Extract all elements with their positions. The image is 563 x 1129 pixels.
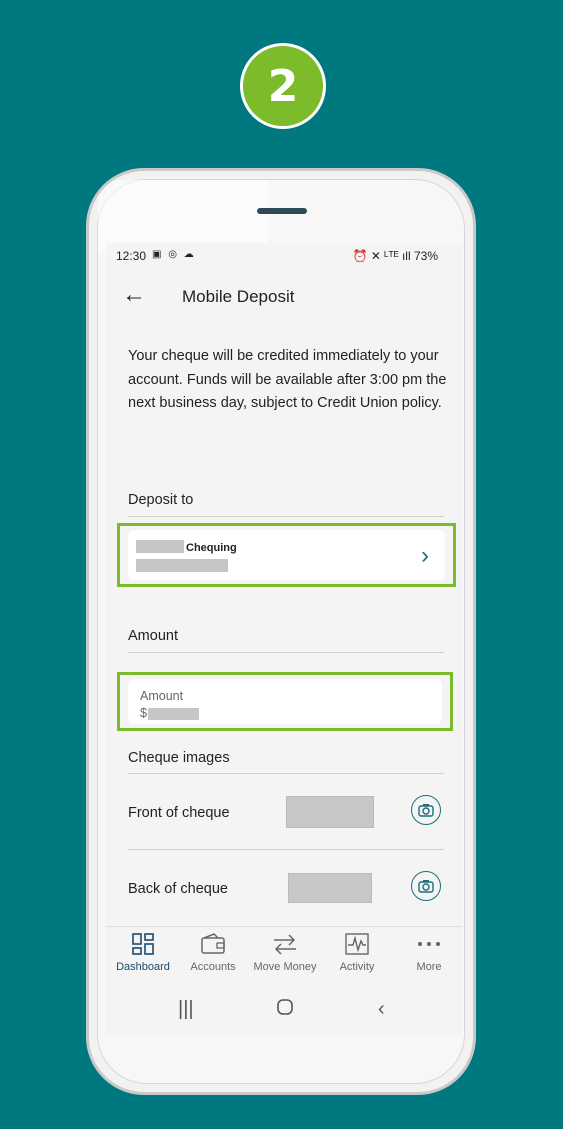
nav-dashboard[interactable]: Dashboard <box>108 930 178 973</box>
divider <box>128 773 444 774</box>
back-arrow-icon[interactable]: ← <box>122 283 146 307</box>
page-title: Mobile Deposit <box>182 287 295 306</box>
amount-field[interactable]: Amount $ <box>128 679 442 724</box>
account-selector[interactable]: Chequing › <box>128 530 445 580</box>
recent-apps-icon[interactable]: ||| <box>178 998 194 1021</box>
divider <box>128 652 444 653</box>
redacted-account-name <box>136 540 184 553</box>
account-type: Chequing <box>186 542 237 554</box>
status-bar: 12:30 ▣ ◎ ☁ ⏰ ✕ ᴸᵀᴱ ıll 73% <box>106 243 462 271</box>
front-camera-button[interactable] <box>411 795 441 825</box>
nav-label: Activity <box>339 961 375 973</box>
back-camera-button[interactable] <box>411 871 441 901</box>
step-number: 2 <box>267 60 299 112</box>
divider <box>128 849 444 850</box>
nav-accounts[interactable]: Accounts <box>178 930 248 973</box>
nav-label: Move Money <box>253 961 317 973</box>
nav-move-money[interactable]: Move Money <box>250 930 320 973</box>
nav-label: Dashboard <box>116 961 170 973</box>
currency-prefix: $ <box>140 706 147 720</box>
nav-label: Accounts <box>190 961 236 973</box>
wallet-icon <box>178 930 248 958</box>
home-icon[interactable] <box>276 998 294 1022</box>
amount-field-label: Amount <box>140 689 184 703</box>
nav-label: More <box>416 961 442 973</box>
deposit-description: Your cheque will be credited immediately… <box>128 348 447 411</box>
status-right-icons: ⏰ ✕ ᴸᵀᴱ ıll 73% <box>352 249 438 263</box>
deposit-to-highlight: Chequing › <box>117 523 456 587</box>
redacted-amount <box>148 708 199 720</box>
cheque-images-label: Cheque images <box>128 750 230 766</box>
step-badge: 2 <box>240 43 326 129</box>
phone-frame: 12:30 ▣ ◎ ☁ ⏰ ✕ ᴸᵀᴱ ıll 73% ← Mobile Dep… <box>86 168 476 1095</box>
system-nav-bar: ||| ‹ <box>106 988 462 1035</box>
back-cheque-thumbnail[interactable] <box>288 873 372 903</box>
nav-more[interactable]: More <box>394 930 462 973</box>
redacted-account-number <box>136 559 228 572</box>
activity-icon <box>322 930 392 958</box>
front-of-cheque-label: Front of cheque <box>128 805 230 821</box>
dashboard-icon <box>108 930 178 958</box>
nav-activity[interactable]: Activity <box>322 930 392 973</box>
divider <box>128 516 444 517</box>
amount-highlight: Amount $ <box>117 672 453 731</box>
back-icon[interactable]: ‹ <box>378 998 385 1021</box>
app-screen: 12:30 ▣ ◎ ☁ ⏰ ✕ ᴸᵀᴱ ıll 73% ← Mobile Dep… <box>106 243 462 1035</box>
bottom-nav: Dashboard Accounts Move Money Activity M… <box>106 930 462 986</box>
transfer-icon <box>250 930 320 958</box>
phone-speaker <box>257 208 307 214</box>
back-of-cheque-label: Back of cheque <box>128 881 228 897</box>
deposit-to-label: Deposit to <box>128 492 194 508</box>
camera-icon <box>418 804 434 817</box>
chevron-right-icon: › <box>421 542 429 569</box>
front-cheque-thumbnail[interactable] <box>286 796 374 828</box>
app-header: ← Mobile Deposit <box>106 277 462 317</box>
more-icon <box>394 930 462 958</box>
amount-label: Amount <box>128 628 178 644</box>
status-time: 12:30 <box>116 249 147 263</box>
camera-icon <box>418 880 434 893</box>
status-left-icons: ▣ ◎ ☁ <box>152 249 196 260</box>
